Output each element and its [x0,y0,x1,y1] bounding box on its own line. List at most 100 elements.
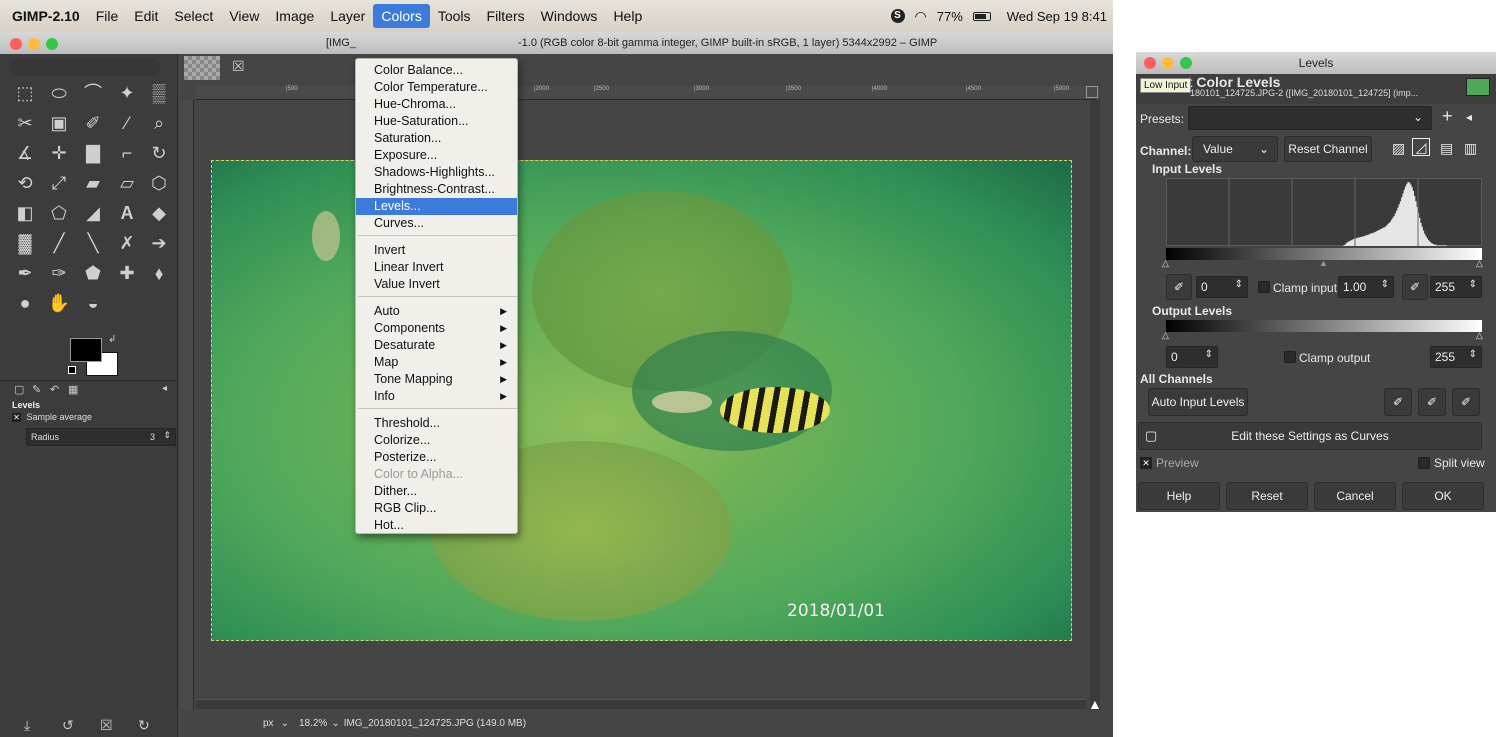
menu-item-shadows-highlights[interactable]: Shadows-Highlights... [356,164,517,181]
preset-menu-icon[interactable]: ◂ [1466,110,1472,124]
reset-channel-button[interactable]: Reset Channel [1284,136,1372,162]
menu-view[interactable]: View [221,8,267,24]
radius-spinner[interactable]: Radius 3 ⇕ [26,428,176,446]
input-high-spinner[interactable]: 255 ⇕ [1430,276,1482,298]
menu-item-threshold[interactable]: Threshold... [356,415,517,432]
swap-colors-icon[interactable]: ↲ [108,334,116,345]
minimize-window-button[interactable] [28,38,40,50]
menu-layer[interactable]: Layer [322,8,373,24]
menu-item-curves[interactable]: Curves... [356,215,517,232]
perspective-tool-icon[interactable]: ▱ [114,170,140,196]
airbrush-tool-icon[interactable]: ➔ [146,230,172,256]
pencil-tool-icon[interactable]: ╱ [46,230,72,256]
unit-chevron-icon[interactable]: ⌄ [281,718,289,729]
ink-tool-icon[interactable]: ✒ [12,260,38,286]
fuzzy-select-tool-icon[interactable]: ✦ [114,80,140,106]
minimize-dialog-button[interactable] [1162,57,1174,69]
ok-button[interactable]: OK [1402,482,1484,510]
gamma-handle[interactable]: ▲ [1319,258,1328,268]
menu-item-info[interactable]: Info ▶ [356,388,517,405]
menu-item-color-balance[interactable]: Color Balance... [356,62,517,79]
navigate-icon[interactable] [1086,86,1098,98]
image-tab-thumbnail[interactable] [184,56,220,80]
clamp-input-checkbox[interactable] [1258,281,1270,293]
menu-item-linear-invert[interactable]: Linear Invert [356,259,517,276]
pick-gray-all-button[interactable]: ✐ [1418,388,1446,416]
menu-item-invert[interactable]: Invert [356,242,517,259]
device-status-tab-icon[interactable]: ✎ [32,383,41,396]
crop-tool-icon[interactable]: ⌐ [114,140,140,166]
linear-histogram-icon[interactable]: ▨ [1392,140,1405,157]
histogram-scale-icon[interactable]: ▤ [1440,140,1453,157]
menu-item-map[interactable]: Map ▶ [356,354,517,371]
zoom-chevron-icon[interactable]: ⌄ [331,718,339,729]
app-menu[interactable]: GIMP-2.10 [0,8,88,24]
pick-white-point-button[interactable]: ✐ [1402,274,1428,300]
menu-item-tone-mapping[interactable]: Tone Mapping ▶ [356,371,517,388]
menu-file[interactable]: File [88,8,127,24]
color-picker-tool-icon[interactable]: ∕ [114,110,140,136]
output-low-stepper-icon[interactable]: ⇕ [1205,349,1213,360]
sample-average-checkbox[interactable]: ✕ [12,413,21,422]
ellipse-select-tool-icon[interactable]: ⬭ [46,80,72,106]
log-histogram-icon[interactable]: ◿ [1412,138,1430,156]
zoom-tool-icon[interactable]: ⌕ [146,110,172,136]
zoom-window-button[interactable] [46,38,58,50]
menu-item-hue-saturation[interactable]: Hue-Saturation... [356,113,517,130]
black-point-handle[interactable]: △ [1162,258,1169,269]
menu-edit[interactable]: Edit [126,8,166,24]
cage-transform-tool-icon[interactable]: ⬠ [46,200,72,226]
restore-tool-preset-icon[interactable]: ↺ [62,717,74,734]
measure-tool-icon[interactable]: ∡ [12,140,38,166]
pick-black-point-button[interactable]: ✐ [1166,274,1192,300]
scale-tool-icon[interactable]: ⤢ [46,170,72,196]
white-point-handle[interactable]: △ [1476,258,1483,269]
skype-icon[interactable]: S [890,9,905,23]
split-view-checkbox[interactable] [1418,457,1430,469]
histogram-view-icon[interactable]: ▥ [1464,140,1477,157]
menu-item-value-invert[interactable]: Value Invert [356,276,517,293]
tool-options-tab-icon[interactable]: ▢ [14,383,24,396]
menu-select[interactable]: Select [166,8,221,24]
pick-black-all-button[interactable]: ✐ [1384,388,1412,416]
battery-icon[interactable] [972,11,991,21]
zoom-dialog-button[interactable] [1180,57,1192,69]
help-button[interactable]: Help [1138,482,1220,510]
text-tool-icon[interactable]: A [114,200,140,226]
menu-item-desaturate[interactable]: Desaturate ▶ [356,337,517,354]
menu-item-components[interactable]: Components ▶ [356,320,517,337]
gamma-spinner[interactable]: 1.00 ⇕ [1338,276,1394,298]
eraser-tool-icon[interactable]: ✗ [114,230,140,256]
menu-item-brightness-contrast[interactable]: Brightness-Contrast... [356,181,517,198]
output-high-stepper-icon[interactable]: ⇕ [1469,349,1477,360]
wifi-icon[interactable]: ◠ [915,8,927,25]
input-low-stepper-icon[interactable]: ⇕ [1235,279,1243,290]
reset-button[interactable]: Reset [1226,482,1308,510]
channel-dropdown[interactable]: Value ⌄ [1192,136,1278,162]
close-window-button[interactable] [10,38,22,50]
menu-image[interactable]: Image [267,8,322,24]
menu-item-color-temperature[interactable]: Color Temperature... [356,79,517,96]
flip-tool-icon[interactable]: ◧ [12,200,38,226]
move-tool-icon[interactable]: ✛ [46,140,72,166]
cancel-button[interactable]: Cancel [1314,482,1396,510]
dodge-burn-tool-icon[interactable]: ◒ [80,290,106,316]
shear-tool-icon[interactable]: ▰ [80,170,106,196]
clamp-output-checkbox[interactable] [1284,351,1296,363]
reset-tool-options-icon[interactable]: ↻ [138,717,150,734]
presets-dropdown[interactable]: ⌄ [1188,106,1432,130]
foreground-color-swatch[interactable] [70,338,102,362]
scissors-tool-icon[interactable]: ✂ [12,110,38,136]
rect-select-tool-icon[interactable]: ⬚ [12,80,38,106]
lasso-tool-icon[interactable]: ⌒ [80,80,106,106]
edit-as-curves-button[interactable]: ▢ Edit these Settings as Curves [1138,422,1482,450]
image-canvas[interactable]: 2018/01/01 [211,160,1072,641]
align-tool-icon[interactable]: ▇ [80,140,106,166]
menu-help[interactable]: Help [605,8,650,24]
menu-item-saturation[interactable]: Saturation... [356,130,517,147]
menu-item-auto[interactable]: Auto ▶ [356,303,517,320]
configure-tab-icon[interactable]: ◂ [162,383,167,394]
pick-white-all-button[interactable]: ✐ [1452,388,1480,416]
foreground-select-tool-icon[interactable]: ▣ [46,110,72,136]
paintbrush-tool-icon[interactable]: ╲ [80,230,106,256]
